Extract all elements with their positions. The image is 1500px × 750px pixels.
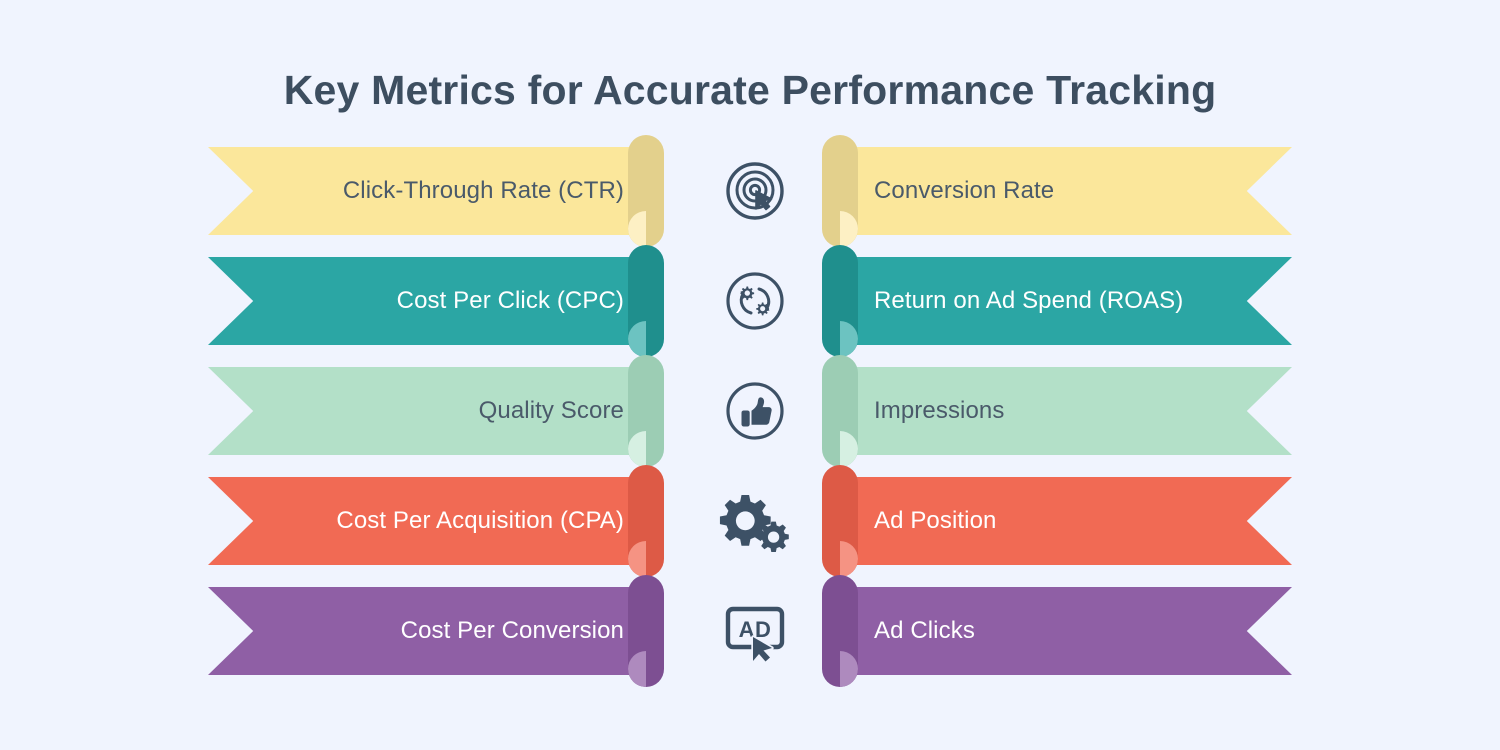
ribbon-fold-highlight: [628, 211, 646, 247]
metric-banner-left[interactable]: Cost Per Click (CPC): [208, 245, 664, 357]
ribbon-fold-tab: [822, 465, 858, 577]
metric-banner-right[interactable]: Ad Position: [822, 465, 1292, 577]
metric-banner-right[interactable]: Conversion Rate: [822, 135, 1292, 247]
metric-label: Conversion Rate: [874, 177, 1055, 204]
ribbon-fold-highlight: [840, 431, 858, 467]
click-target-icon: [700, 147, 810, 235]
ribbon-fold-tab: [628, 135, 664, 247]
ribbon-fold-tab: [628, 465, 664, 577]
ribbon-fold-highlight: [840, 541, 858, 577]
metric-banner-left[interactable]: Cost Per Acquisition (CPA): [208, 465, 664, 577]
metric-label: Cost Per Conversion: [400, 617, 624, 644]
metrics-rows: Click-Through Rate (CTR) Conversion Rate…: [0, 135, 1500, 687]
ribbon-fold-highlight: [628, 431, 646, 467]
metric-label: Quality Score: [478, 397, 624, 424]
ribbon-fold-tab: [822, 135, 858, 247]
ribbon-fold-highlight: [840, 211, 858, 247]
ribbon-fold-highlight: [628, 651, 646, 687]
metric-row: Cost Per Conversion AD Ad Clicks: [0, 575, 1500, 687]
thumbs-up-icon: [700, 367, 810, 455]
metric-label: Cost Per Acquisition (CPA): [336, 507, 624, 534]
metric-banner-right[interactable]: Return on Ad Spend (ROAS): [822, 245, 1292, 357]
metric-label: Return on Ad Spend (ROAS): [874, 287, 1184, 314]
ribbon-fold-highlight: [628, 321, 646, 357]
gears-cycle-icon: [700, 257, 810, 345]
metric-row: Cost Per Click (CPC) Return on Ad Spend …: [0, 245, 1500, 357]
metric-row: Quality Score Impressions: [0, 355, 1500, 467]
metric-banner-left[interactable]: Cost Per Conversion: [208, 575, 664, 687]
ribbon-fold-tab: [822, 245, 858, 357]
metric-banner-right[interactable]: Ad Clicks: [822, 575, 1292, 687]
metric-label: Ad Position: [874, 507, 997, 534]
ribbon-fold-highlight: [840, 651, 858, 687]
ribbon-fold-tab: [628, 245, 664, 357]
ribbon-fold-tab: [822, 355, 858, 467]
page-title-container: Key Metrics for Accurate Performance Tra…: [0, 40, 1500, 142]
ribbon-fold-tab: [628, 575, 664, 687]
ribbon-fold-tab: [628, 355, 664, 467]
metric-label: Cost Per Click (CPC): [396, 287, 624, 314]
metric-row: Cost Per Acquisition (CPA) Ad Position: [0, 465, 1500, 577]
metric-label: Impressions: [874, 397, 1005, 424]
metric-label: Click-Through Rate (CTR): [342, 177, 624, 204]
metric-row: Click-Through Rate (CTR) Conversion Rate: [0, 135, 1500, 247]
ribbon-fold-highlight: [628, 541, 646, 577]
ribbon-fold-highlight: [840, 321, 858, 357]
gears-icon: [700, 477, 810, 565]
infographic-canvas: Key Metrics for Accurate Performance Tra…: [0, 0, 1500, 750]
metric-label: Ad Clicks: [874, 617, 975, 644]
metric-banner-left[interactable]: Quality Score: [208, 355, 664, 467]
ad-click-icon: AD: [700, 587, 810, 675]
page-title: Key Metrics for Accurate Performance Tra…: [283, 67, 1217, 114]
metric-banner-right[interactable]: Impressions: [822, 355, 1292, 467]
ribbon-fold-tab: [822, 575, 858, 687]
metric-banner-left[interactable]: Click-Through Rate (CTR): [208, 135, 664, 247]
